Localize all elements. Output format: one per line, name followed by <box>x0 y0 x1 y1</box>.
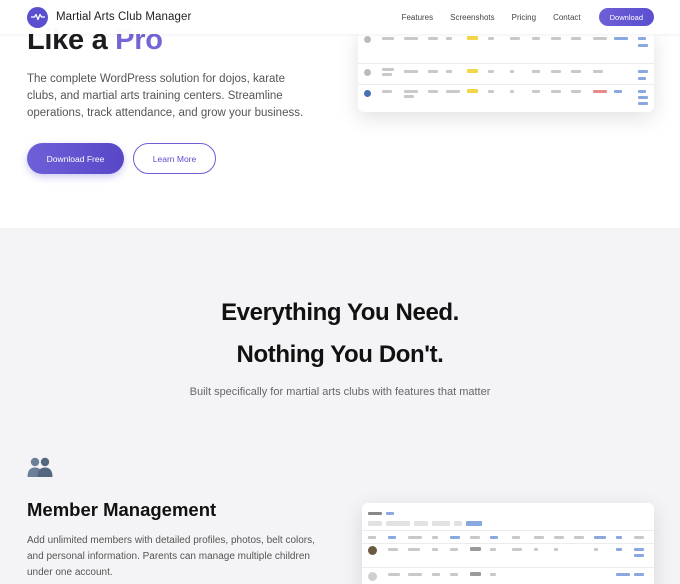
features-title-line2: Nothing You Don't. <box>236 341 444 368</box>
top-navbar: Martial Arts Club Manager Features Scree… <box>0 0 680 34</box>
features-title-line1: Everything You Need. <box>221 299 459 326</box>
nav-links: Features Screenshots Pricing Contact Dow… <box>385 8 654 26</box>
brand-logo-icon[interactable] <box>27 6 48 28</box>
nav-link-pricing[interactable]: Pricing <box>512 13 536 22</box>
feature-title-member-management: Member Management <box>27 499 217 520</box>
members-icon <box>27 456 53 478</box>
nav-link-features[interactable]: Features <box>402 13 434 22</box>
hero-description: The complete WordPress solution for dojo… <box>27 73 304 119</box>
features-subtitle: Built specifically for martial arts club… <box>189 386 491 398</box>
download-free-button[interactable]: Download Free <box>27 143 124 174</box>
feature-description-member-management: Add unlimited members with detailed prof… <box>27 535 315 578</box>
nav-link-contact[interactable]: Contact <box>553 13 581 22</box>
member-management-screenshot-image <box>362 503 654 584</box>
learn-more-button[interactable]: Learn More <box>133 143 216 174</box>
brand-name[interactable]: Martial Arts Club Manager <box>56 11 191 23</box>
nav-link-screenshots[interactable]: Screenshots <box>450 13 494 22</box>
nav-download-button[interactable]: Download <box>598 8 654 26</box>
hero-screenshot-image <box>358 30 654 112</box>
